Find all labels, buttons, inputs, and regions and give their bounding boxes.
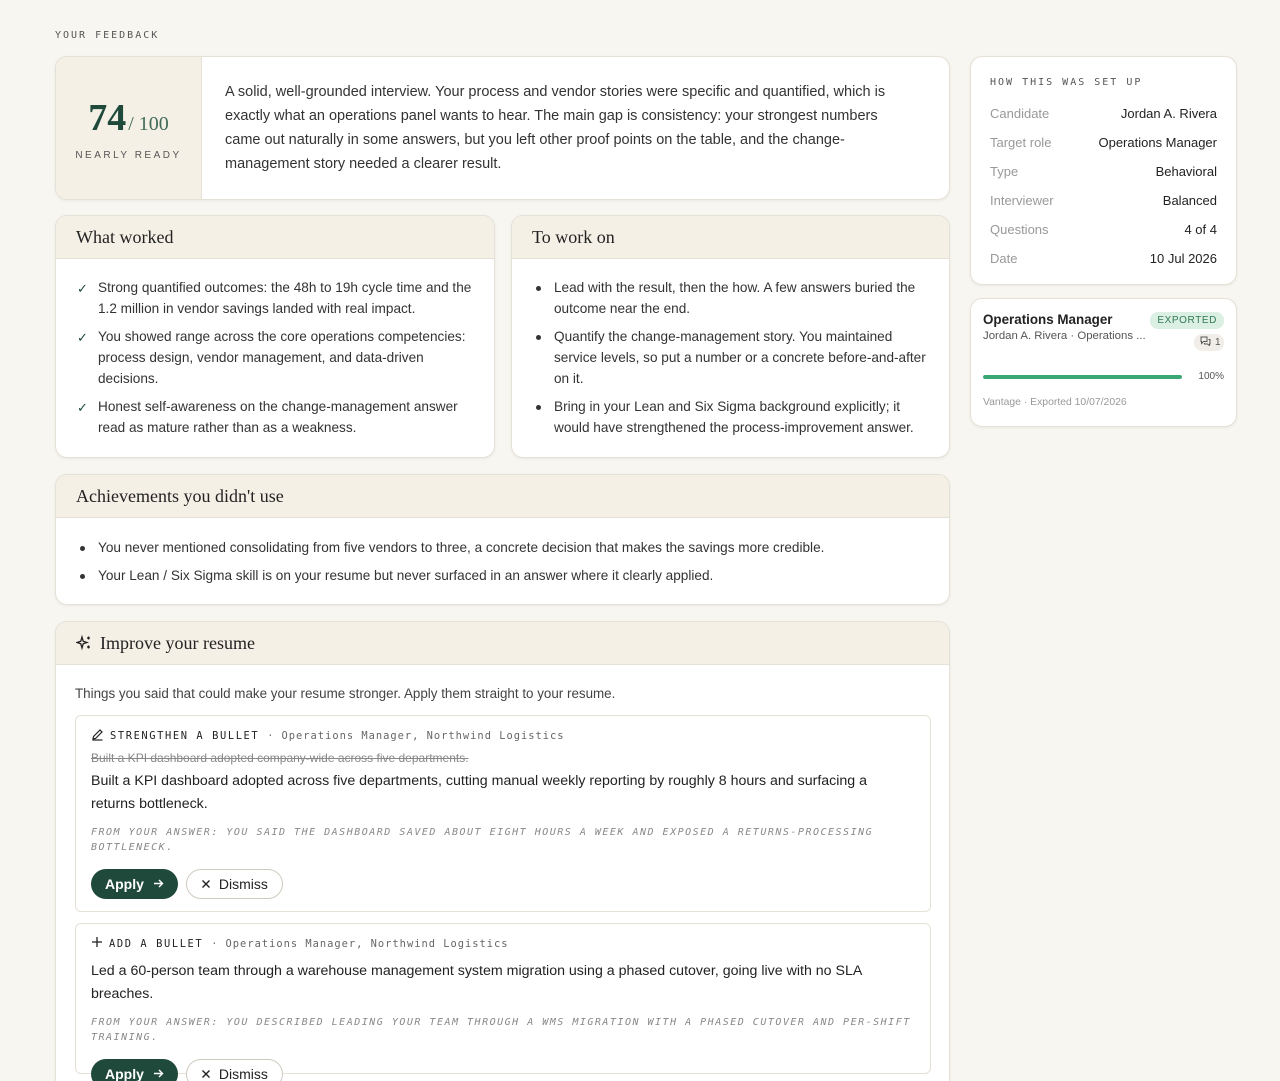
arrow-right-icon xyxy=(153,876,164,892)
status-badge: EXPORTED xyxy=(1150,312,1224,329)
progress-percent: 100% xyxy=(1198,371,1224,382)
suggestion-kind: ADD A BULLET xyxy=(109,937,204,950)
suggestion-context: Operations Manager, Northwind Logistics xyxy=(225,937,509,950)
suggestion-source: FROM YOUR ANSWER: YOU SAID THE DASHBOARD… xyxy=(91,827,874,853)
separator: · xyxy=(211,937,218,950)
plus-icon xyxy=(91,936,103,951)
progress-track xyxy=(983,374,1183,379)
bullet-icon xyxy=(532,326,545,389)
comment-count-chip[interactable]: 1 xyxy=(1194,334,1224,351)
setup-row: Date 10 Jul 2026 xyxy=(990,251,1217,266)
arrow-right-icon xyxy=(153,1066,164,1081)
suggestion-source: FROM YOUR ANSWER: YOU DESCRIBED LEADING … xyxy=(91,1017,911,1043)
unused-achievements-list: You never mentioned consolidating from f… xyxy=(56,518,949,586)
score-summary: A solid, well-grounded interview. Your p… xyxy=(225,84,886,172)
to-work-on-title: To work on xyxy=(512,216,949,259)
score-status: NEARLY READY xyxy=(75,149,182,161)
bullet-icon xyxy=(76,537,89,558)
setup-card: HOW THIS WAS SET UP Candidate Jordan A. R… xyxy=(970,56,1237,285)
unused-achievements-card: Achievements you didn't use You never me… xyxy=(55,474,950,605)
suggestion-new-text: Built a KPI dashboard adopted across fiv… xyxy=(91,773,868,812)
suggestion-kind: STRENGTHEN A BULLET xyxy=(110,730,260,742)
sparkle-icon xyxy=(76,635,92,651)
list-item: ✓ Honest self-awareness on the change-man… xyxy=(76,396,474,438)
to-work-on-card: To work on Lead with the result, then th… xyxy=(511,215,950,458)
close-icon xyxy=(201,876,211,892)
export-title: Operations Manager xyxy=(983,312,1113,327)
setup-row: Interviewer Balanced xyxy=(990,193,1217,208)
suggestion-card: STRENGTHEN A BULLET · Operations Manager… xyxy=(75,715,931,912)
score-card: 74 / 100 NEARLY READY A solid, well-grou… xyxy=(55,56,950,200)
suggestion-old-text: Built a KPI dashboard adopted company-wi… xyxy=(91,751,469,765)
suggestion-context: Operations Manager, Northwind Logistics xyxy=(281,730,565,742)
score-denominator: / 100 xyxy=(128,112,169,135)
feedback-overline: YOUR FEEDBACK xyxy=(55,30,160,41)
bullet-icon xyxy=(76,565,89,586)
improve-resume-intro: Things you said that could make your res… xyxy=(75,686,616,701)
setup-row: Target role Operations Manager xyxy=(990,135,1217,150)
to-work-on-list: Lead with the result, then the how. A fe… xyxy=(512,259,949,438)
apply-button[interactable]: Apply xyxy=(91,1059,178,1081)
suggestion-actions: Apply Dismiss xyxy=(91,869,915,899)
bullet-icon xyxy=(532,396,545,438)
list-item: You never mentioned consolidating from f… xyxy=(76,537,929,558)
list-item: Quantify the change-management story. Yo… xyxy=(532,326,929,389)
suggestion-new-text: Led a 60-person team through a warehouse… xyxy=(91,963,862,1002)
improve-resume-header: Improve your resume xyxy=(56,622,949,665)
list-item: Lead with the result, then the how. A fe… xyxy=(532,277,929,319)
what-worked-card: What worked ✓ Strong quantified outcomes:… xyxy=(55,215,495,458)
score-value: 74 xyxy=(88,96,127,139)
list-item: ✓ Strong quantified outcomes: the 48h to … xyxy=(76,277,474,319)
setup-row: Questions 4 of 4 xyxy=(990,222,1217,237)
bullet-icon xyxy=(532,277,545,319)
export-header: Operations Manager Jordan A. Rivera · Op… xyxy=(983,312,1224,351)
suggestion-kind-line: ADD A BULLET · Operations Manager, North… xyxy=(91,936,915,951)
check-icon: ✓ xyxy=(77,330,88,345)
list-item: Bring in your Lean and Six Sigma backgro… xyxy=(532,396,929,438)
setup-row: Type Behavioral xyxy=(990,164,1217,179)
check-icon: ✓ xyxy=(77,400,88,415)
export-card[interactable]: Operations Manager Jordan A. Rivera · Op… xyxy=(970,298,1237,427)
setup-title: HOW THIS WAS SET UP xyxy=(990,77,1143,88)
what-worked-list: ✓ Strong quantified outcomes: the 48h to … xyxy=(56,259,494,438)
close-icon xyxy=(201,1066,211,1081)
improve-resume-title: Improve your resume xyxy=(100,632,255,653)
unused-achievements-title: Achievements you didn't use xyxy=(56,475,949,518)
separator: · xyxy=(267,730,274,742)
export-subtitle: Jordan A. Rivera · Operations ... xyxy=(983,330,1146,342)
dismiss-button[interactable]: Dismiss xyxy=(185,1059,283,1081)
score-line: 74 / 100 xyxy=(88,96,169,140)
suggestion-actions: Apply Dismiss xyxy=(91,1059,915,1081)
suggestion-kind-line: STRENGTHEN A BULLET · Operations Manager… xyxy=(91,728,915,744)
check-icon: ✓ xyxy=(77,281,88,296)
dismiss-button[interactable]: Dismiss xyxy=(185,869,283,899)
pencil-icon xyxy=(91,728,104,744)
export-footer: Vantage · Exported 10/07/2026 xyxy=(983,397,1127,408)
setup-row: Candidate Jordan A. Rivera xyxy=(990,106,1217,121)
list-item: Your Lean / Six Sigma skill is on your r… xyxy=(76,565,929,586)
suggestion-card: ADD A BULLET · Operations Manager, North… xyxy=(75,923,931,1081)
what-worked-title: What worked xyxy=(56,216,494,259)
improve-resume-card: Improve your resume Things you said that… xyxy=(55,621,950,1081)
export-progress: 100% xyxy=(983,371,1224,382)
progress-fill xyxy=(983,374,1183,379)
comment-icon xyxy=(1200,336,1211,349)
score-box: 74 / 100 NEARLY READY xyxy=(56,57,202,199)
apply-button[interactable]: Apply xyxy=(91,869,178,899)
list-item: ✓ You showed range across the core operat… xyxy=(76,326,474,389)
